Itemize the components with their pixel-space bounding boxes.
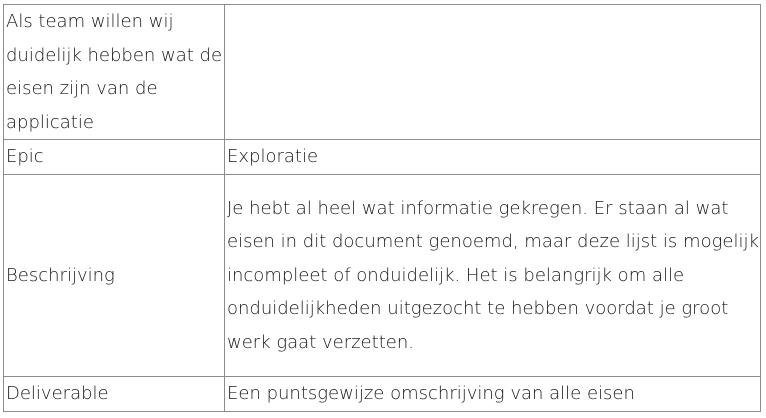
description-label-cell: Beschrijving [3,174,225,377]
user-story-table: Als team willen wij duidelijk hebben wat… [3,4,761,412]
user-story-title-value-cell [224,4,761,140]
description-value-cell: Je hebt al heel wat informatie gekregen.… [224,174,761,377]
deliverable-value-cell: Een puntsgewijze omschrijving van alle e… [224,376,761,412]
table-row-user-story: Als team willen wij duidelijk hebben wat… [3,4,761,140]
deliverable-label-cell: Deliverable [3,376,225,412]
epic-label-cell: Epic [3,139,225,175]
table-row-description: Beschrijving Je hebt al heel wat informa… [3,174,761,377]
table-row-epic: Epic Exploratie [3,139,761,175]
epic-value-cell: Exploratie [224,139,761,175]
user-story-title-cell: Als team willen wij duidelijk hebben wat… [3,4,225,140]
description-text: Je hebt al heel wat informatie gekregen.… [227,197,759,353]
table-row-deliverable: Deliverable Een puntsgewijze omschrijvin… [3,376,761,412]
